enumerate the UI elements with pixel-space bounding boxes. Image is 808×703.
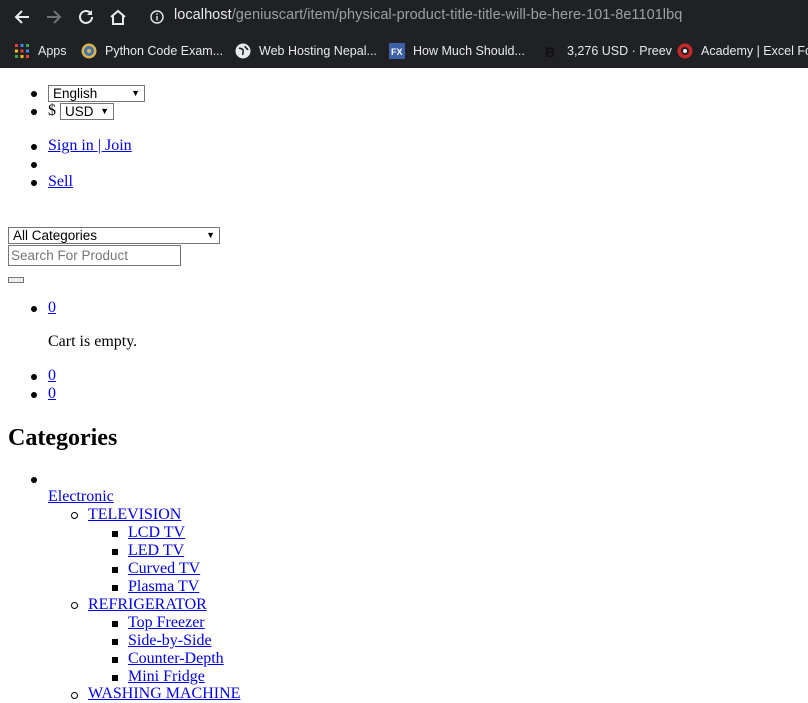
category-value: All Categories — [13, 228, 98, 243]
square-bullet — [112, 531, 118, 537]
currency-value: USD — [65, 104, 94, 119]
currency-symbol: $ — [48, 102, 56, 119]
bullet — [31, 374, 37, 380]
square-bullet — [112, 585, 118, 591]
back-arrow-icon — [14, 10, 29, 24]
svg-text:B: B — [545, 44, 555, 59]
cart-empty-text: Cart is empty. — [48, 333, 138, 350]
sell-link[interactable]: Sell — [48, 173, 73, 191]
category-counter-depth[interactable]: Counter-Depth — [128, 650, 224, 668]
bookmarks-bar: Apps Python Code Exam... Web Hosting Nep… — [0, 34, 808, 68]
category-side-by-side[interactable]: Side-by-Side — [128, 632, 212, 650]
address-bar[interactable]: localhost/geniuscart/item/physical-produ… — [144, 3, 808, 31]
category-refrigerator[interactable]: REFRIGERATOR — [88, 596, 207, 614]
bookmark-label: How Much Should... — [413, 44, 525, 58]
bullet — [31, 477, 37, 483]
category-plasma-tv[interactable]: Plasma TV — [128, 578, 199, 596]
category-electronic[interactable]: Electronic — [48, 488, 114, 506]
search-input[interactable]: Search For Product — [8, 245, 181, 266]
bitcoin-icon: B — [545, 44, 555, 59]
url-host: localhost — [174, 7, 232, 23]
home-button[interactable] — [106, 5, 130, 29]
language-select[interactable]: English ▼ — [48, 85, 145, 102]
bookmark-label: 3,276 USD · Preev — [567, 44, 672, 58]
home-icon — [110, 9, 126, 25]
square-bullet — [112, 675, 118, 681]
dropdown-arrow-icon: ▼ — [131, 88, 140, 98]
circle-bullet — [71, 692, 78, 699]
back-button[interactable] — [10, 5, 34, 29]
page-content: English ▼ $ USD ▼ Sign in | Join Sell Al… — [0, 68, 808, 702]
wishlist-count-link[interactable]: 0 — [48, 367, 56, 385]
square-bullet — [112, 621, 118, 627]
browser-toolbar: localhost/geniuscart/item/physical-produ… — [0, 0, 808, 34]
category-washing-machine[interactable]: WASHING MACHINE — [88, 685, 240, 703]
separator-text: | — [93, 137, 105, 154]
bookmark-academy[interactable]: Academy | Excel For... — [677, 41, 808, 61]
circle-bullet — [71, 602, 78, 609]
category-select[interactable]: All Categories ▼ — [8, 227, 220, 244]
categories-heading: Categories — [8, 425, 118, 451]
url-path: /geniuscart/item/physical-product-title-… — [231, 7, 683, 23]
search-placeholder: Search For Product — [11, 248, 129, 263]
globe-icon — [235, 43, 251, 59]
forward-button[interactable] — [42, 5, 66, 29]
forward-arrow-icon — [47, 10, 62, 24]
cart-count-link[interactable]: 0 — [48, 299, 56, 317]
category-led-tv[interactable]: LED TV — [128, 542, 184, 560]
info-icon — [150, 10, 164, 24]
bookmark-preev[interactable]: B 3,276 USD · Preev — [543, 41, 672, 61]
square-bullet — [112, 567, 118, 573]
category-lcd-tv[interactable]: LCD TV — [128, 524, 185, 542]
browser-chrome: localhost/geniuscart/item/physical-produ… — [0, 0, 808, 68]
square-bullet — [112, 639, 118, 645]
bullet — [31, 392, 37, 398]
circle-bullet — [71, 512, 78, 519]
category-mini-fridge[interactable]: Mini Fridge — [128, 668, 205, 686]
currency-select[interactable]: USD ▼ — [60, 103, 114, 120]
bookmark-web-hosting[interactable]: Web Hosting Nepal... — [235, 41, 377, 61]
square-bullet — [112, 549, 118, 555]
bullet — [31, 180, 37, 186]
join-text: Join — [105, 137, 132, 154]
sign-in-join-link[interactable]: Sign in | Join — [48, 137, 132, 155]
reload-button[interactable] — [74, 5, 98, 29]
svg-text:FX: FX — [391, 47, 403, 57]
sign-in-text: Sign in — [48, 137, 94, 154]
category-curved-tv[interactable]: Curved TV — [128, 560, 200, 578]
category-top-freezer[interactable]: Top Freezer — [128, 614, 205, 632]
url-text: localhost/geniuscart/item/physical-produ… — [174, 7, 682, 23]
python-icon — [81, 43, 97, 59]
language-value: English — [53, 86, 98, 101]
compare-count-link[interactable]: 0 — [48, 385, 56, 403]
bullet — [31, 144, 37, 150]
bookmark-label: Academy | Excel For... — [701, 44, 808, 58]
bullet — [31, 109, 37, 115]
bookmark-label: Web Hosting Nepal... — [259, 44, 377, 58]
bookmark-apps[interactable]: Apps — [14, 41, 67, 61]
search-button[interactable] — [8, 277, 24, 283]
apps-grid-icon — [15, 44, 29, 58]
dropdown-arrow-icon: ▼ — [100, 106, 109, 116]
fx-icon: FX — [389, 43, 405, 59]
dropdown-arrow-icon: ▼ — [206, 230, 215, 240]
bullet — [31, 162, 37, 168]
reload-icon — [79, 9, 93, 24]
square-bullet — [112, 657, 118, 663]
bookmark-python[interactable]: Python Code Exam... — [81, 41, 223, 61]
bookmark-how-much[interactable]: FX How Much Should... — [389, 41, 525, 61]
category-television[interactable]: TELEVISION — [88, 506, 181, 524]
bookmark-label: Apps — [38, 44, 67, 58]
bullet — [31, 306, 37, 312]
academy-icon — [677, 43, 693, 59]
bullet — [31, 91, 37, 97]
bookmark-label: Python Code Exam... — [105, 44, 224, 58]
